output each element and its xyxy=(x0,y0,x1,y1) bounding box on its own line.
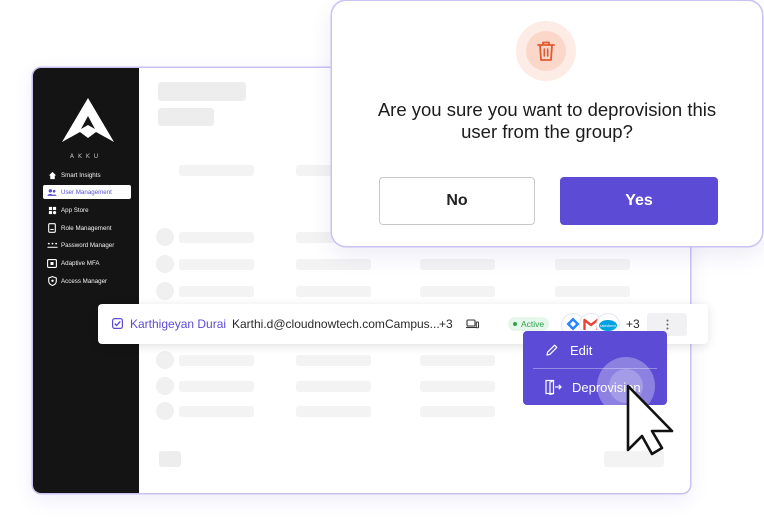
sidebar-item-access-manager[interactable]: Access Manager xyxy=(43,274,131,288)
svg-text:salesforce: salesforce xyxy=(600,324,616,328)
user-group: Campus... xyxy=(385,317,440,331)
skeleton-cell xyxy=(420,259,495,270)
pencil-icon xyxy=(546,344,558,356)
status-badge: Active xyxy=(508,317,550,331)
sidebar-item-app-store[interactable]: App Store xyxy=(43,203,131,217)
mouse-cursor-icon xyxy=(626,384,674,456)
skeleton-cell xyxy=(420,355,495,366)
exit-door-icon xyxy=(545,379,562,395)
mfa-icon xyxy=(46,258,58,268)
skeleton-avatar xyxy=(156,402,174,420)
confirm-dialog: Are you sure you want to deprovision thi… xyxy=(332,1,762,246)
skeleton-avatar xyxy=(156,377,174,395)
dialog-title-line2: user from the group? xyxy=(461,121,633,142)
skeleton-avatar xyxy=(156,228,174,246)
device-icon xyxy=(466,319,479,329)
users-icon xyxy=(46,187,58,197)
skeleton-avatar xyxy=(156,282,174,300)
sidebar-item-password-manager[interactable]: Password Manager xyxy=(43,238,131,252)
status-dot-icon xyxy=(513,322,517,326)
skeleton-cell xyxy=(555,259,630,270)
skeleton-cell xyxy=(179,406,254,417)
user-name[interactable]: Karthigeyan Durai xyxy=(130,304,226,344)
dialog-title-line1: Are you sure you want to deprovision thi… xyxy=(377,99,717,120)
sidebar-item-role-management[interactable]: Role Management xyxy=(43,221,131,235)
skeleton-cell xyxy=(179,232,254,243)
brand-name: AKKU xyxy=(69,153,103,160)
sidebar-item-label: Role Management xyxy=(61,224,112,232)
skeleton-pagination xyxy=(159,451,181,467)
sidebar-item-label: Smart Insights xyxy=(61,171,101,179)
sidebar-item-label: Access Manager xyxy=(61,277,108,285)
home-icon xyxy=(46,170,58,180)
group-more-count[interactable]: +3 xyxy=(439,304,453,344)
edit-label: Edit xyxy=(570,342,593,358)
skeleton-subtitle xyxy=(158,108,214,126)
sidebar-item-label: User Management xyxy=(61,188,112,196)
password-icon xyxy=(46,240,58,250)
checkbox-checked-icon[interactable] xyxy=(112,318,123,329)
user-email: Karthi.d@cloudnowtech.com xyxy=(232,317,385,331)
sidebar: AKKU Smart Insights User Management App … xyxy=(33,68,139,493)
skeleton-avatar xyxy=(156,255,174,273)
store-icon xyxy=(46,205,58,215)
skeleton-cell xyxy=(296,406,371,417)
skeleton-cell xyxy=(420,286,495,297)
skeleton-cell xyxy=(179,286,254,297)
status-text: Active xyxy=(521,319,545,329)
role-icon xyxy=(46,223,58,233)
sidebar-item-user-management[interactable]: User Management xyxy=(43,185,131,199)
skeleton-cell xyxy=(179,355,254,366)
skeleton-cell xyxy=(296,286,371,297)
skeleton-cell xyxy=(420,406,495,417)
akku-logo xyxy=(62,98,114,142)
sidebar-item-smart-insights[interactable]: Smart Insights xyxy=(43,168,131,182)
no-button-label: No xyxy=(446,192,468,209)
dialog-title: Are you sure you want to deprovision thi… xyxy=(332,99,762,143)
sidebar-item-label: App Store xyxy=(61,206,89,214)
skeleton-title xyxy=(158,82,246,101)
skeleton-cell xyxy=(296,355,371,366)
yes-button-label: Yes xyxy=(625,192,653,209)
skeleton-cell xyxy=(296,259,371,270)
skeleton-header-cell xyxy=(179,165,254,176)
edit-menu-item[interactable]: Edit xyxy=(523,332,667,368)
shield-icon xyxy=(46,276,58,286)
skeleton-cell xyxy=(555,286,630,297)
skeleton-avatar xyxy=(156,351,174,369)
sidebar-item-label: Password Manager xyxy=(61,241,115,249)
yes-button[interactable]: Yes xyxy=(560,177,718,225)
kebab-menu-icon xyxy=(666,319,668,330)
skeleton-cell xyxy=(179,259,254,270)
sidebar-item-adaptive-mfa[interactable]: Adaptive MFA xyxy=(43,256,131,270)
skeleton-cell xyxy=(179,381,254,392)
trash-icon xyxy=(537,41,555,61)
no-button[interactable]: No xyxy=(379,177,535,225)
skeleton-cell xyxy=(296,381,371,392)
sidebar-item-label: Adaptive MFA xyxy=(61,259,100,267)
skeleton-cell xyxy=(420,381,495,392)
